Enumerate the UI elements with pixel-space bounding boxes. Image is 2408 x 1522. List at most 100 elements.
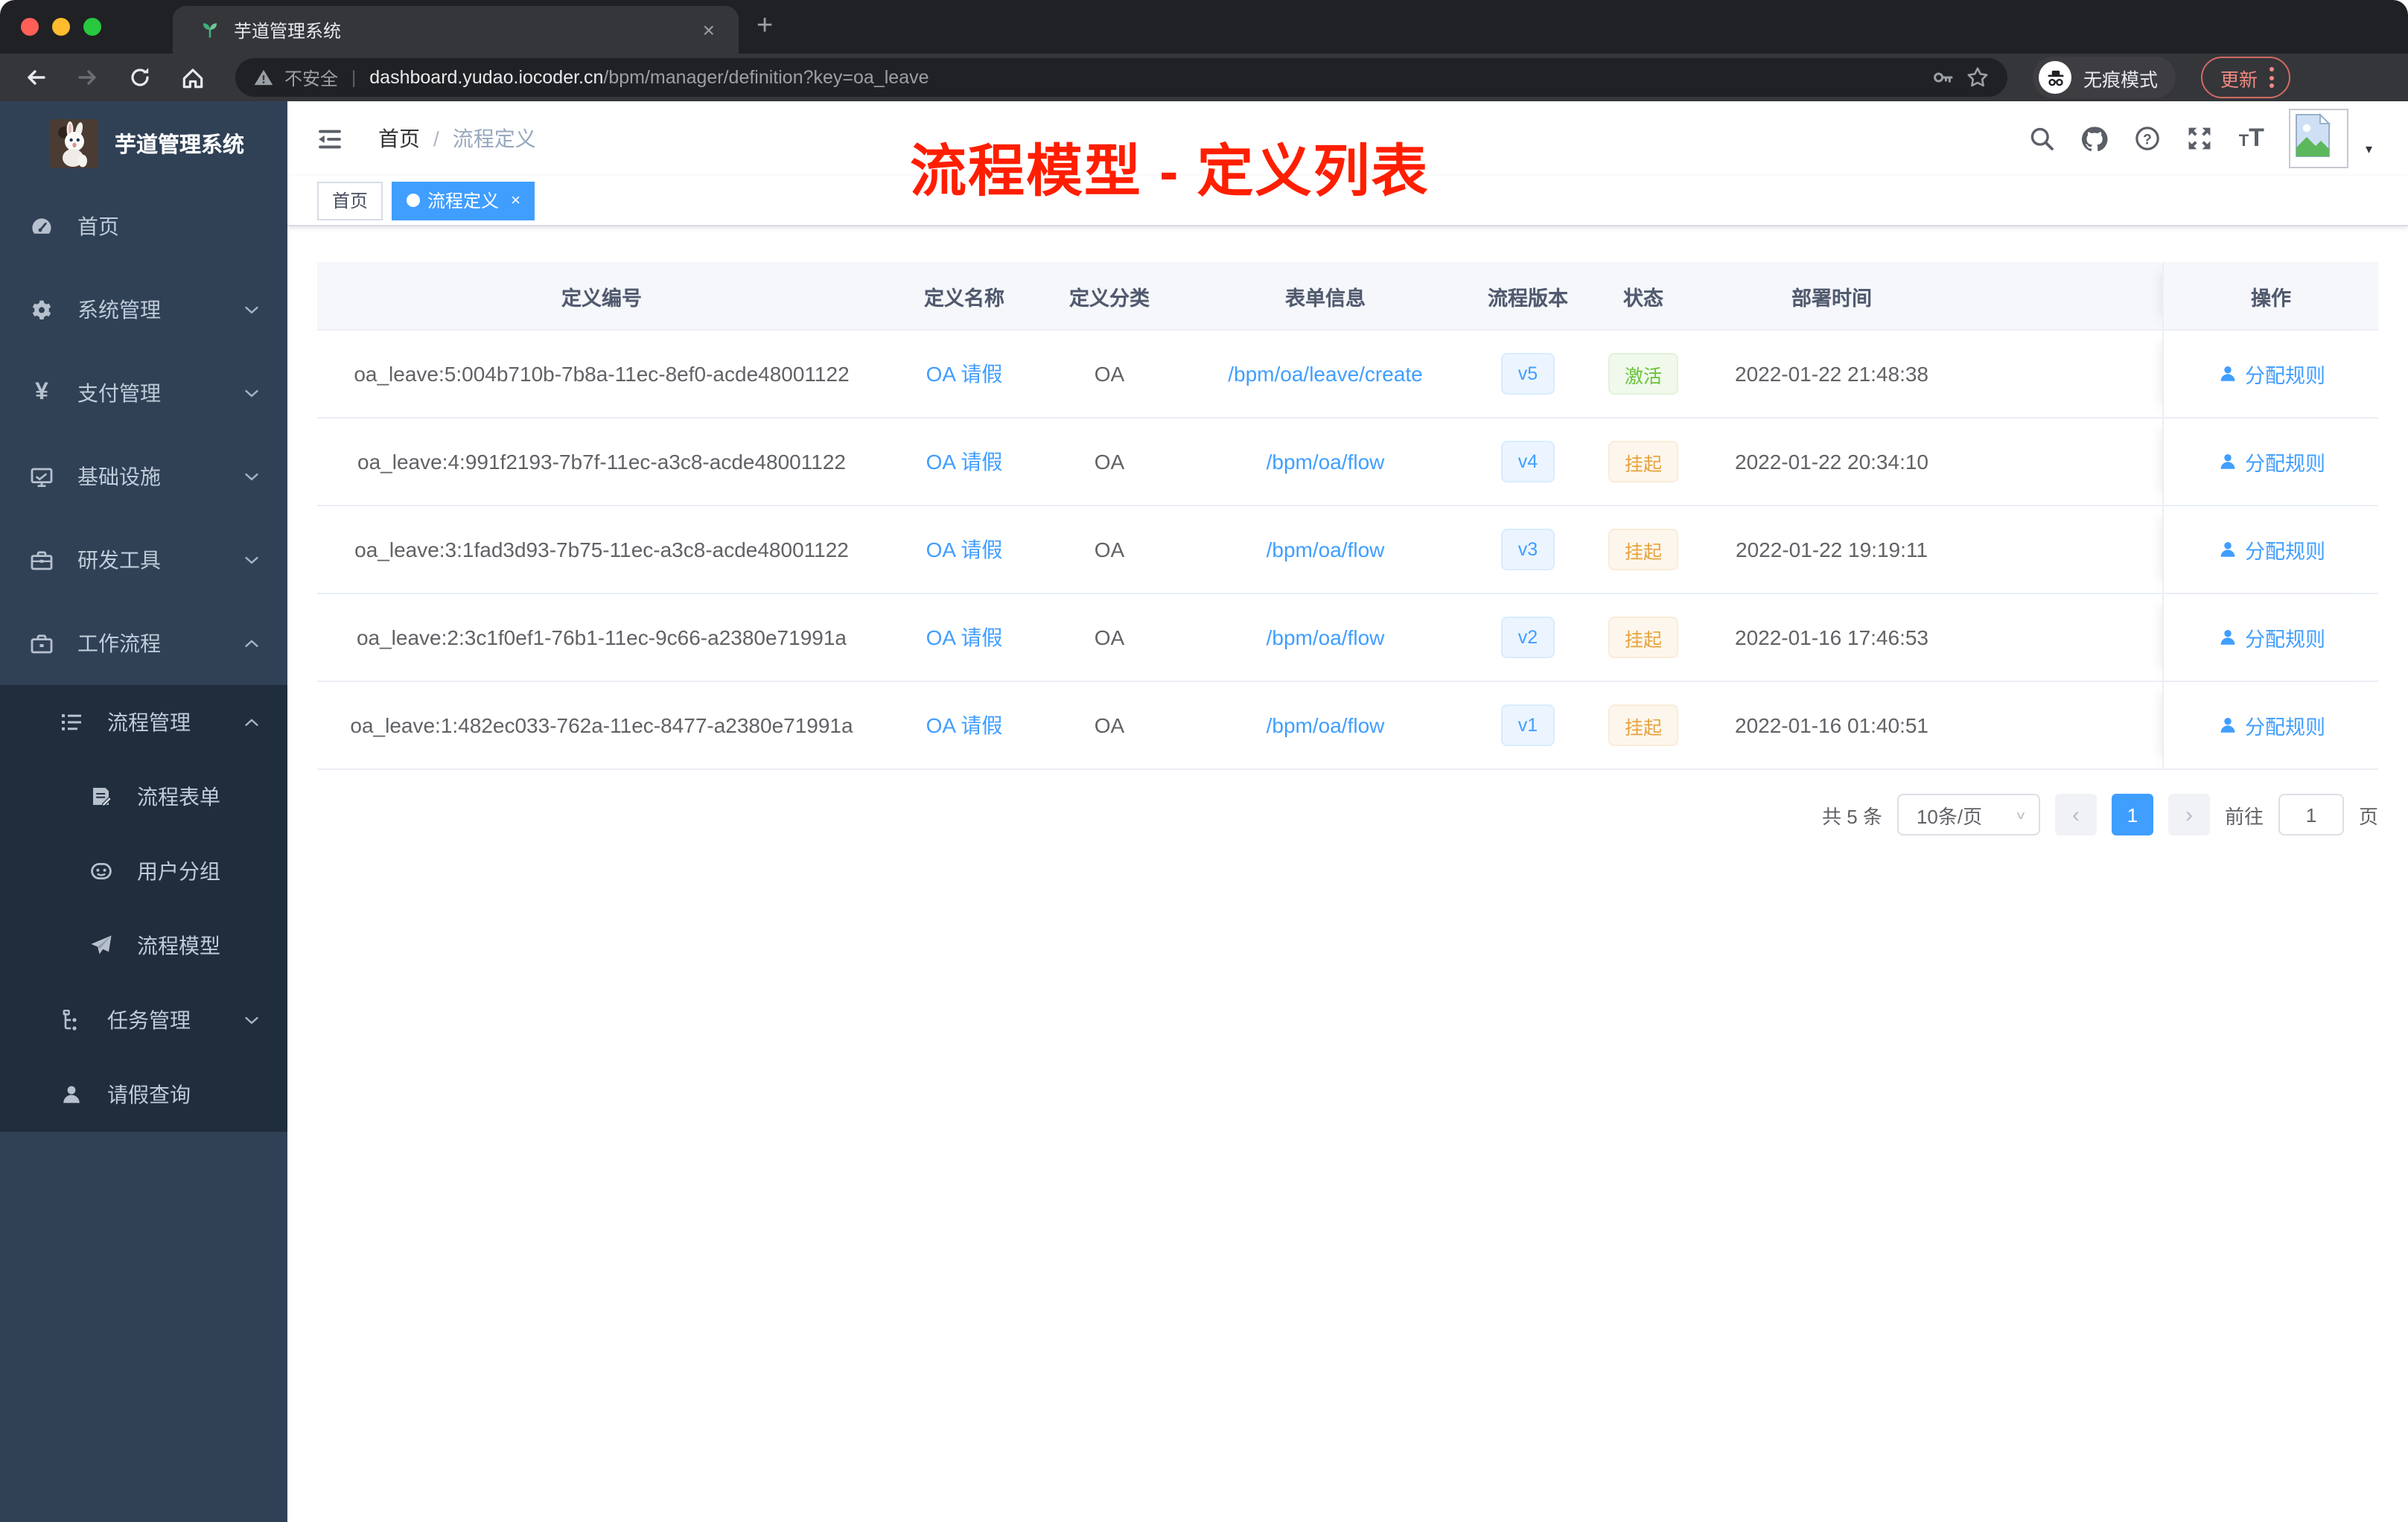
sidebar-item-devtools[interactable]: 研发工具: [0, 518, 287, 602]
github-icon[interactable]: [2081, 124, 2109, 153]
goto-page-input[interactable]: 1: [2278, 794, 2344, 835]
avatar[interactable]: [2289, 109, 2349, 168]
definition-category: OA: [1094, 362, 1125, 386]
tab-title: 芋道管理系统: [234, 20, 342, 41]
form-link[interactable]: /bpm/oa/flow: [1267, 625, 1385, 649]
table-row: oa_leave:1:482ec033-762a-11ec-8477-a2380…: [317, 682, 2378, 770]
col-header-filler: [1958, 262, 2162, 329]
font-size-icon[interactable]: TT: [2239, 124, 2264, 153]
sidebar-item-leave-query[interactable]: 请假查询: [0, 1057, 287, 1132]
pagination: 共 5 条 10条/页 ∨ ‹ 1 › 前往 1 页: [317, 794, 2378, 835]
window-controls[interactable]: [21, 18, 101, 36]
incognito-badge: 无痕模式: [2033, 57, 2176, 98]
page-size-select[interactable]: 10条/页 ∨: [1896, 794, 2040, 835]
avatar-caret-icon[interactable]: ▾: [2366, 141, 2372, 157]
back-icon[interactable]: [15, 57, 57, 98]
close-window-button[interactable]: [21, 18, 39, 36]
page-number-button[interactable]: 1: [2111, 794, 2153, 835]
form-link[interactable]: /bpm/oa/flow: [1267, 450, 1385, 474]
fullscreen-icon[interactable]: [2187, 125, 2214, 152]
form-link[interactable]: /bpm/oa/flow: [1267, 713, 1385, 737]
update-label: 更新: [2220, 69, 2258, 90]
goto-label: 前往: [2224, 805, 2264, 827]
sidebar-logo[interactable]: 芋道管理系统: [0, 101, 287, 185]
zoom-window-button[interactable]: [83, 18, 101, 36]
tag-label: 流程定义: [427, 191, 500, 211]
sidebar-item-label: 流程管理: [107, 710, 191, 734]
chevron-down-icon: [243, 301, 261, 319]
definition-name-link[interactable]: OA 请假: [926, 535, 1003, 564]
prev-page-button[interactable]: ‹: [2054, 794, 2097, 835]
tag-home[interactable]: 首页: [317, 181, 383, 220]
gear-icon: [30, 297, 54, 322]
page-unit-label: 页: [2358, 805, 2378, 827]
form-link[interactable]: /bpm/oa/flow: [1267, 538, 1385, 561]
assign-rule-link[interactable]: 分配规则: [2217, 359, 2325, 389]
forward-icon[interactable]: [67, 57, 109, 98]
col-header-version: 流程版本: [1488, 287, 1568, 309]
sidebar-item-payment[interactable]: ¥ 支付管理: [0, 351, 287, 435]
face-group-icon: [89, 859, 113, 883]
home-icon[interactable]: [171, 57, 213, 98]
sidebar-item-workflow[interactable]: 工作流程: [0, 602, 287, 685]
deploy-time: 2022-01-22 21:48:38: [1735, 362, 1928, 386]
sidebar-item-home[interactable]: 首页: [0, 185, 287, 268]
browser-menu-icon[interactable]: [2270, 67, 2275, 88]
new-tab-button[interactable]: +: [757, 10, 773, 43]
help-icon[interactable]: ?: [2135, 125, 2162, 152]
sidebar-item-label: 任务管理: [107, 1008, 191, 1032]
form-link[interactable]: /bpm/oa/leave/create: [1228, 362, 1423, 386]
password-key-icon[interactable]: [1931, 66, 1955, 89]
deploy-time: 2022-01-16 17:46:53: [1735, 625, 1928, 649]
breadcrumb-home[interactable]: 首页: [378, 124, 420, 153]
definition-category: OA: [1094, 625, 1125, 649]
total-count: 共 5 条: [1822, 805, 1882, 827]
sidebar-item-label: 基础设施: [77, 465, 161, 488]
definition-id: oa_leave:2:3c1f0ef1-76b1-11ec-9c66-a2380…: [356, 625, 847, 649]
sidebar-item-label: 请假查询: [107, 1083, 191, 1107]
definition-name-link[interactable]: OA 请假: [926, 447, 1003, 477]
briefcase-icon: [30, 631, 54, 656]
minimize-window-button[interactable]: [52, 18, 70, 36]
chevron-down-icon: [243, 468, 261, 485]
sidebar-item-user-group[interactable]: 用户分组: [0, 834, 287, 908]
definition-name-link[interactable]: OA 请假: [926, 359, 1003, 389]
user-icon: [60, 1083, 83, 1107]
sidebar-item-label: 用户分组: [137, 859, 220, 883]
search-icon[interactable]: [2029, 125, 2056, 152]
next-page-button[interactable]: ›: [2167, 794, 2210, 835]
assign-rule-link[interactable]: 分配规则: [2217, 623, 2325, 652]
sidebar-item-process-model[interactable]: 流程模型: [0, 908, 287, 983]
reload-icon[interactable]: [119, 57, 161, 98]
sidebar-toggle-icon[interactable]: [305, 126, 354, 151]
not-secure-label: 不安全: [284, 68, 339, 89]
definition-name-link[interactable]: OA 请假: [926, 710, 1003, 740]
deploy-time: 2022-01-22 20:34:10: [1735, 450, 1928, 474]
sidebar-item-process-form[interactable]: 流程表单: [0, 760, 287, 834]
address-bar[interactable]: 不安全 | dashboard.yudao.iocoder.cn/bpm/man…: [235, 58, 2007, 97]
assign-rule-link[interactable]: 分配规则: [2217, 447, 2325, 477]
assign-rule-link[interactable]: 分配规则: [2217, 710, 2325, 740]
sidebar-item-process-mgmt[interactable]: 流程管理: [0, 685, 287, 760]
breadcrumb: 首页 / 流程定义: [378, 124, 536, 153]
definition-name-link[interactable]: OA 请假: [926, 623, 1003, 652]
sidebar-item-task-mgmt[interactable]: 任务管理: [0, 983, 287, 1057]
sidebar-item-infra[interactable]: 基础设施: [0, 435, 287, 518]
tab-close-icon[interactable]: ×: [697, 18, 721, 42]
definition-id: oa_leave:5:004b710b-7b8a-11ec-8ef0-acde4…: [354, 362, 850, 386]
chevron-down-icon: [243, 384, 261, 402]
bookmark-star-icon[interactable]: [1966, 66, 1990, 89]
assign-rule-link[interactable]: 分配规则: [2217, 535, 2325, 564]
page-content: 定义编号 定义名称 定义分类 表单信息 流程版本 状态 部署时间 操作 oa_l…: [287, 226, 2408, 1522]
version-tag: v4: [1501, 441, 1555, 483]
status-badge: 挂起: [1608, 704, 1678, 746]
table-row: oa_leave:4:991f2193-7b7f-11ec-a3c8-acde4…: [317, 418, 2378, 506]
sidebar-item-label: 研发工具: [77, 548, 161, 572]
definition-id: oa_leave:3:1fad3d93-7b75-11ec-a3c8-acde4…: [354, 538, 849, 561]
col-header-category: 定义分类: [1069, 287, 1150, 309]
tag-close-icon[interactable]: ×: [511, 191, 520, 209]
browser-tab[interactable]: 芋道管理系统 ×: [173, 6, 739, 54]
update-chip[interactable]: 更新: [2201, 57, 2291, 98]
tag-process-definition[interactable]: 流程定义 ×: [392, 181, 535, 220]
sidebar-item-system[interactable]: 系统管理: [0, 268, 287, 351]
